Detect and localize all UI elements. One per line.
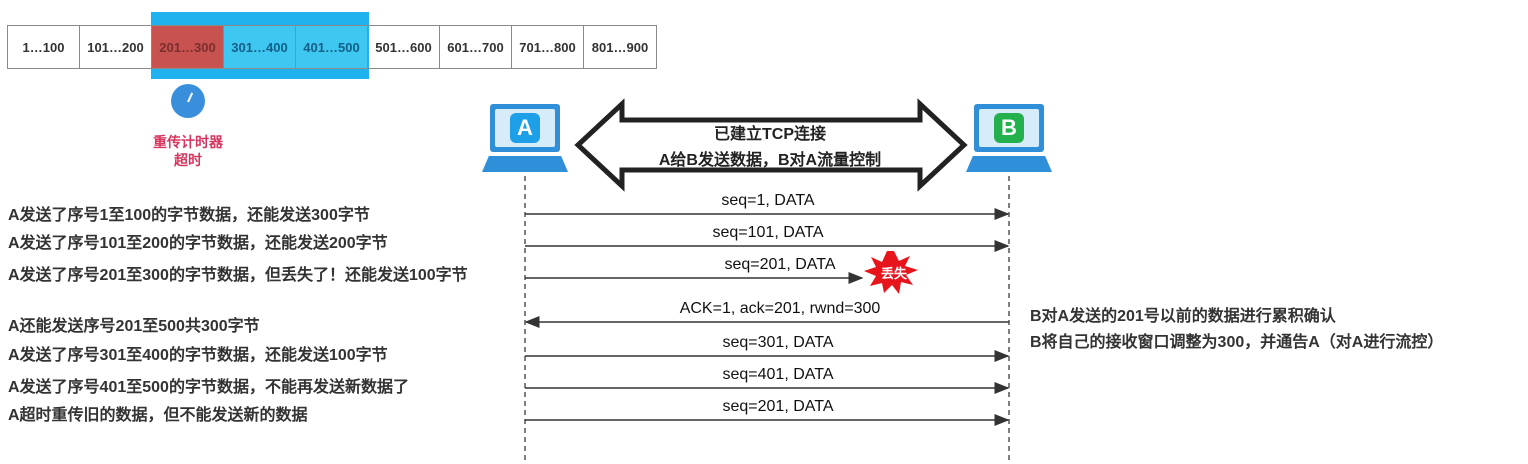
host-b-label: B	[994, 113, 1024, 143]
b-note-1: B对A发送的201号以前的数据进行累积确认	[1030, 308, 1336, 325]
ack-label: ACK=1, ack=201, rwnd=300	[679, 300, 881, 317]
b-note-2: B将自己的接收窗口调整为300，并通告A（对A进行流控）	[1030, 334, 1444, 351]
msg-2-label: seq=101, DATA	[712, 224, 824, 241]
connection-line2: A给B发送数据，B对A流量控制	[658, 152, 882, 169]
host-a-label: A	[510, 113, 540, 143]
msg-6-label: seq=401, DATA	[722, 366, 834, 383]
note-2: A发送了序号101至200的字节数据，还能发送200字节	[8, 235, 388, 252]
note-5: A发送了序号301至400的字节数据，还能发送100字节	[8, 347, 388, 364]
note-3: A发送了序号201至300的字节数据，但丢失了！还能发送100字节	[8, 267, 468, 284]
host-a-computer: A	[482, 104, 568, 176]
msg-1-label: seq=1, DATA	[721, 192, 815, 209]
host-b-computer: B	[966, 104, 1052, 176]
connection-line1: 已建立TCP连接	[713, 126, 826, 143]
note-4: A还能发送序号201至500共300字节	[8, 318, 260, 335]
msg-3-label: seq=201, DATA	[724, 256, 836, 273]
note-1: A发送了序号1至100的字节数据，还能发送300字节	[8, 207, 370, 224]
connection-double-arrow	[574, 98, 968, 192]
note-6: A发送了序号401至500的字节数据，不能再发送新数据了	[8, 379, 409, 396]
msg-5-label: seq=301, DATA	[722, 334, 834, 351]
msg-7-label: seq=201, DATA	[722, 398, 834, 415]
note-7: A超时重传旧的数据，但不能发送新的数据	[8, 407, 308, 424]
